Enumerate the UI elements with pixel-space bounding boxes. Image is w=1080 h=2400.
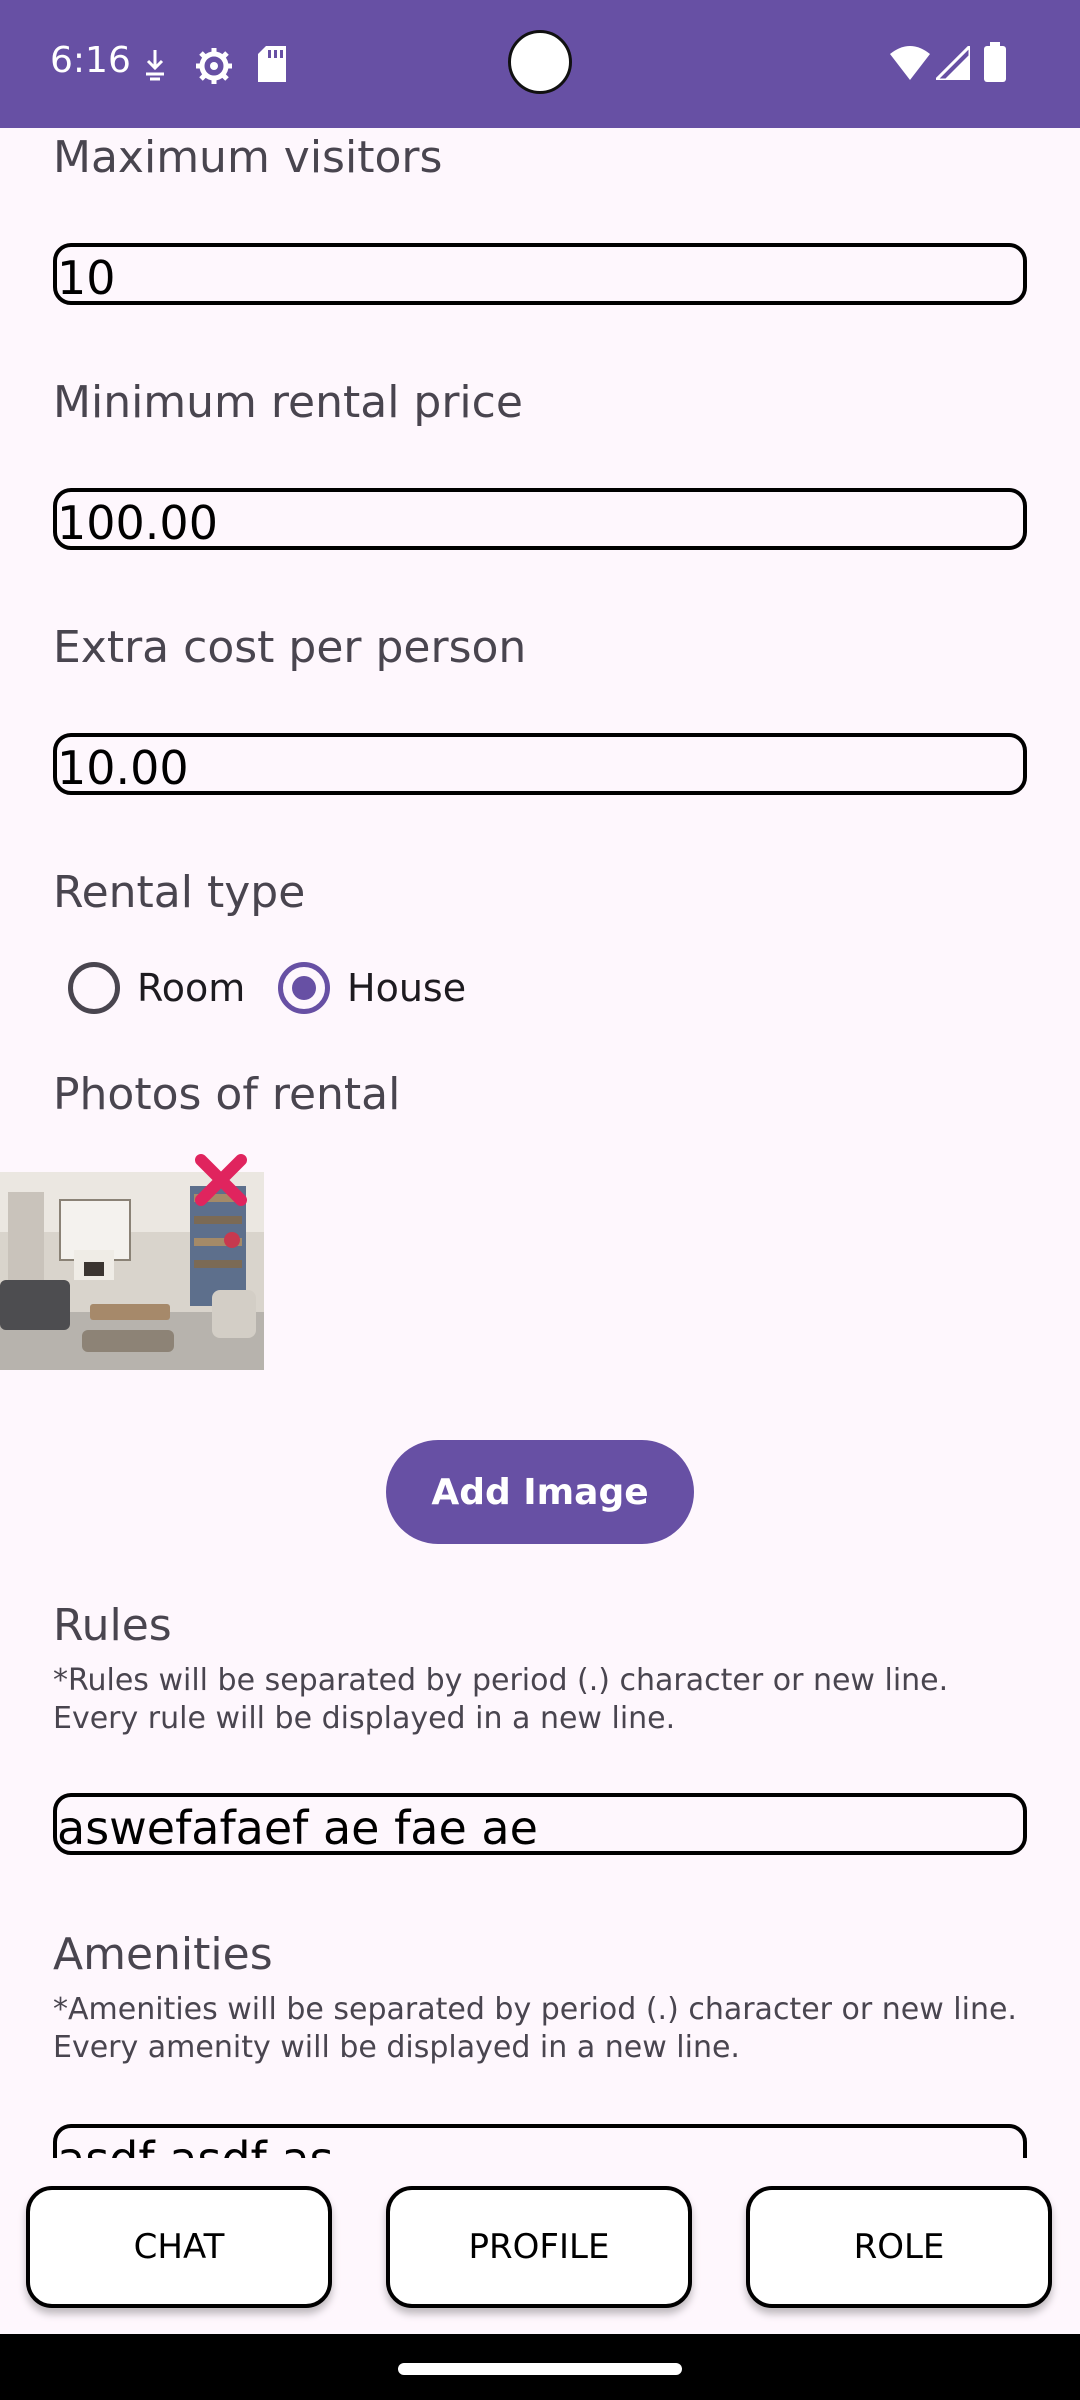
max-visitors-field[interactable]: 10 — [53, 243, 1027, 305]
download-icon — [146, 50, 164, 81]
extra-cost-value: 10.00 — [57, 741, 189, 795]
profile-button[interactable]: PROFILE — [386, 2186, 692, 2308]
close-icon[interactable] — [193, 1152, 249, 1208]
battery-icon — [984, 42, 1006, 82]
amenities-hint-line1: *Amenities will be separated by period (… — [53, 1992, 1017, 2027]
min-price-field[interactable]: 100.00 — [53, 488, 1027, 550]
settings-icon — [196, 48, 232, 84]
radio-room-label[interactable]: Room — [137, 966, 245, 1010]
rules-label: Rules — [53, 1600, 172, 1651]
photos-label: Photos of rental — [53, 1069, 401, 1120]
rules-hint-line1: *Rules will be separated by period (.) c… — [53, 1663, 949, 1698]
radio-house-label[interactable]: House — [347, 966, 466, 1010]
amenities-field[interactable]: asdf asdf as — [53, 2124, 1027, 2158]
max-visitors-label: Maximum visitors — [53, 132, 443, 183]
amenities-field-clip: asdf asdf as — [0, 2118, 1080, 2158]
max-visitors-value: 10 — [57, 251, 116, 305]
sd-card-icon — [258, 46, 286, 82]
camera-cutout — [508, 30, 572, 94]
min-price-label: Minimum rental price — [53, 377, 523, 428]
wifi-icon — [890, 46, 930, 80]
signal-icon — [936, 46, 970, 80]
min-price-value: 100.00 — [57, 496, 218, 550]
radio-house[interactable] — [278, 962, 330, 1014]
add-image-button[interactable]: Add Image — [386, 1440, 694, 1544]
rental-type-label: Rental type — [53, 867, 306, 918]
radio-room[interactable] — [68, 962, 120, 1014]
amenities-hint-line2: Every amenity will be displayed in a new… — [53, 2030, 740, 2065]
extra-cost-label: Extra cost per person — [53, 622, 527, 673]
rules-field[interactable]: aswefafaef ae fae ae — [53, 1793, 1027, 1855]
extra-cost-field[interactable]: 10.00 — [53, 733, 1027, 795]
rules-value: aswefafaef ae fae ae — [57, 1801, 538, 1855]
status-bar: 6:16 — [0, 0, 1080, 128]
amenities-label: Amenities — [53, 1929, 273, 1980]
amenities-value: asdf asdf as — [57, 2132, 334, 2158]
rules-hint-line2: Every rule will be displayed in a new li… — [53, 1701, 676, 1736]
status-time: 6:16 — [50, 40, 131, 81]
chat-button[interactable]: CHAT — [26, 2186, 332, 2308]
home-indicator[interactable] — [398, 2363, 682, 2375]
role-button[interactable]: ROLE — [746, 2186, 1052, 2308]
screen: 6:16 Maximum visitors 10 Minimum rental … — [0, 0, 1080, 2400]
